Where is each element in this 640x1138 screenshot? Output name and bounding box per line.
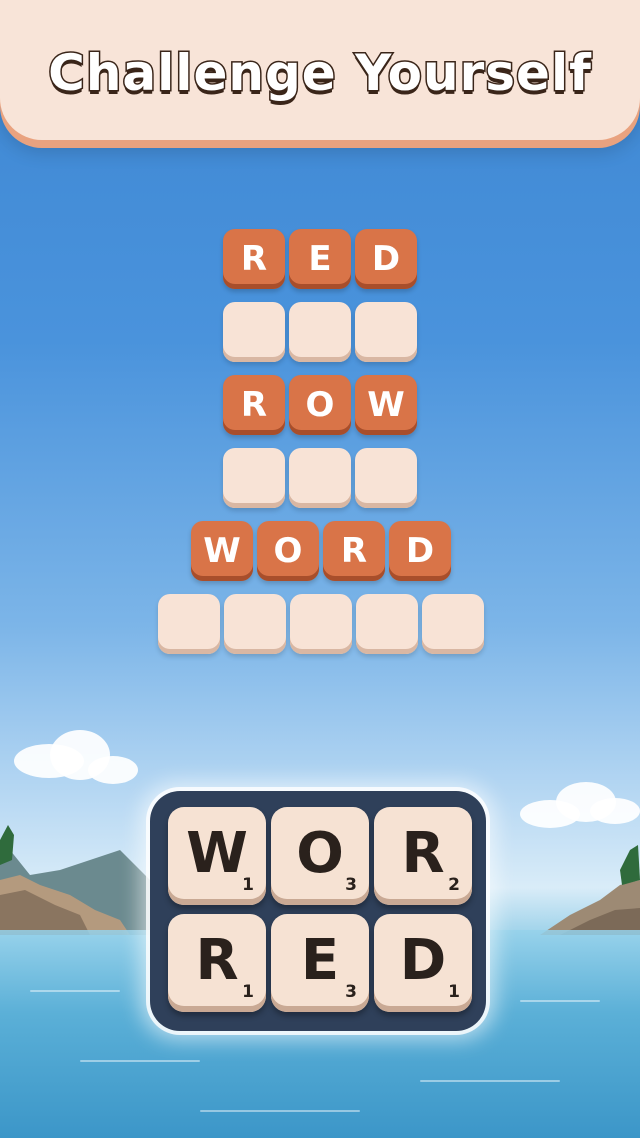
- tile-letter: R: [401, 820, 445, 886]
- cloud: [88, 756, 138, 784]
- tile-letter: E: [300, 927, 340, 993]
- puzzle-row: W O R D: [191, 521, 451, 581]
- letter-tile[interactable]: D 1: [374, 914, 472, 1012]
- empty-slot: [289, 448, 351, 508]
- water-ripple: [420, 1080, 560, 1082]
- puzzle-tile: R: [223, 229, 285, 289]
- puzzle-tile: W: [191, 521, 253, 581]
- puzzle-tile: D: [389, 521, 451, 581]
- water-ripple: [520, 1000, 600, 1002]
- puzzle-tile: R: [223, 375, 285, 435]
- cloud: [590, 798, 640, 824]
- tile-letter: R: [195, 927, 239, 993]
- game-screen: Challenge Yourself R E D R O W W O R D W…: [0, 0, 640, 1138]
- empty-slot: [289, 302, 351, 362]
- tile-points: 1: [242, 982, 254, 1002]
- empty-slot: [355, 302, 417, 362]
- empty-slot: [356, 594, 418, 654]
- puzzle-row: [223, 302, 417, 362]
- tile-letter: W: [186, 820, 248, 886]
- water-ripple: [200, 1110, 360, 1112]
- tile-letter: O: [296, 820, 344, 886]
- puzzle-row: R E D: [223, 229, 417, 289]
- water-ripple: [30, 990, 120, 992]
- puzzle-tile: D: [355, 229, 417, 289]
- puzzle-row: [223, 448, 417, 508]
- water-ripple: [80, 1060, 200, 1062]
- letter-tile[interactable]: O 3: [271, 807, 369, 905]
- empty-slot: [290, 594, 352, 654]
- tile-points: 3: [345, 875, 357, 895]
- tile-points: 3: [345, 982, 357, 1002]
- empty-slot: [355, 448, 417, 508]
- empty-slot: [422, 594, 484, 654]
- puzzle-row: [158, 594, 484, 654]
- left-cliffs: [0, 825, 160, 935]
- letter-board: W 1 O 3 R 2 R 1 E 3 D 1: [150, 791, 486, 1031]
- puzzle-row: R O W: [223, 375, 417, 435]
- empty-slot: [223, 448, 285, 508]
- puzzle-tile: E: [289, 229, 351, 289]
- tile-letter: D: [399, 927, 447, 993]
- banner-title: Challenge Yourself: [47, 43, 593, 104]
- puzzle-tile: O: [257, 521, 319, 581]
- header-banner: Challenge Yourself: [0, 0, 640, 140]
- tile-points: 1: [242, 875, 254, 895]
- puzzle-tile: R: [323, 521, 385, 581]
- empty-slot: [223, 302, 285, 362]
- empty-slot: [158, 594, 220, 654]
- tile-points: 2: [448, 875, 460, 895]
- letter-tile[interactable]: R 1: [168, 914, 266, 1012]
- letter-tile[interactable]: E 3: [271, 914, 369, 1012]
- letter-tile[interactable]: R 2: [374, 807, 472, 905]
- letter-tile[interactable]: W 1: [168, 807, 266, 905]
- empty-slot: [224, 594, 286, 654]
- puzzle-tile: W: [355, 375, 417, 435]
- tile-points: 1: [448, 982, 460, 1002]
- puzzle-tile: O: [289, 375, 351, 435]
- right-cliffs: [540, 845, 640, 935]
